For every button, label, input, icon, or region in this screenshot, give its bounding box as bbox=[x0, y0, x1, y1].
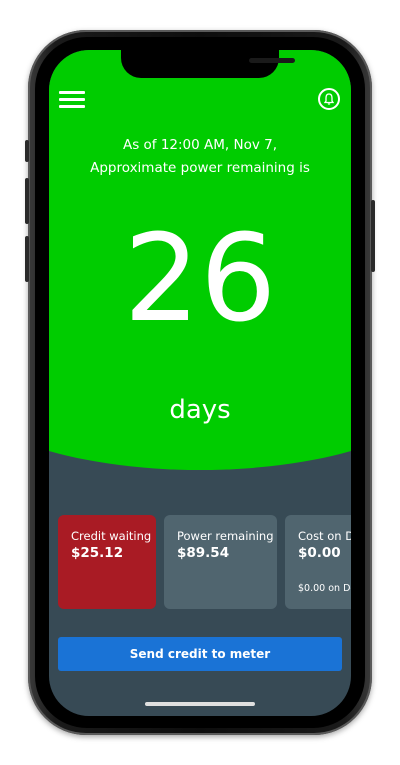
card-label: Credit waiting bbox=[71, 529, 152, 543]
card-cost[interactable]: Cost on De $0.00 $0.00 on De bbox=[285, 515, 351, 609]
card-subtext: $0.00 on De bbox=[298, 583, 351, 594]
remaining-value: 26 bbox=[123, 210, 277, 349]
card-label: Cost on De bbox=[298, 529, 351, 543]
send-credit-button[interactable]: Send credit to meter bbox=[58, 637, 342, 671]
bell-icon[interactable] bbox=[318, 88, 340, 110]
home-indicator[interactable] bbox=[145, 702, 255, 706]
side-button-silent bbox=[25, 140, 29, 162]
hamburger-menu-icon[interactable] bbox=[59, 91, 85, 109]
speaker-grille bbox=[249, 58, 295, 63]
side-button-power bbox=[371, 200, 375, 272]
card-value: $25.12 bbox=[71, 545, 124, 561]
card-value: $89.54 bbox=[177, 545, 230, 561]
remaining-unit: days bbox=[169, 395, 231, 425]
phone-notch bbox=[121, 50, 295, 78]
summary-cards: Credit waiting $25.12 Power remaining $8… bbox=[58, 515, 351, 609]
card-power-remaining[interactable]: Power remaining $89.54 bbox=[164, 515, 277, 609]
card-credit-waiting[interactable]: Credit waiting $25.12 bbox=[58, 515, 156, 609]
status-timestamp: As of 12:00 AM, Nov 7, bbox=[122, 137, 278, 153]
side-button-volume-down bbox=[25, 236, 29, 282]
status-text: As of 12:00 AM, Nov 7, Approximate power… bbox=[49, 134, 351, 180]
card-value: $0.00 bbox=[298, 545, 341, 561]
app-screen: As of 12:00 AM, Nov 7, Approximate power… bbox=[49, 50, 351, 716]
card-label: Power remaining bbox=[177, 529, 274, 543]
side-button-volume-up bbox=[25, 178, 29, 224]
status-caption: Approximate power remaining is bbox=[90, 160, 310, 176]
